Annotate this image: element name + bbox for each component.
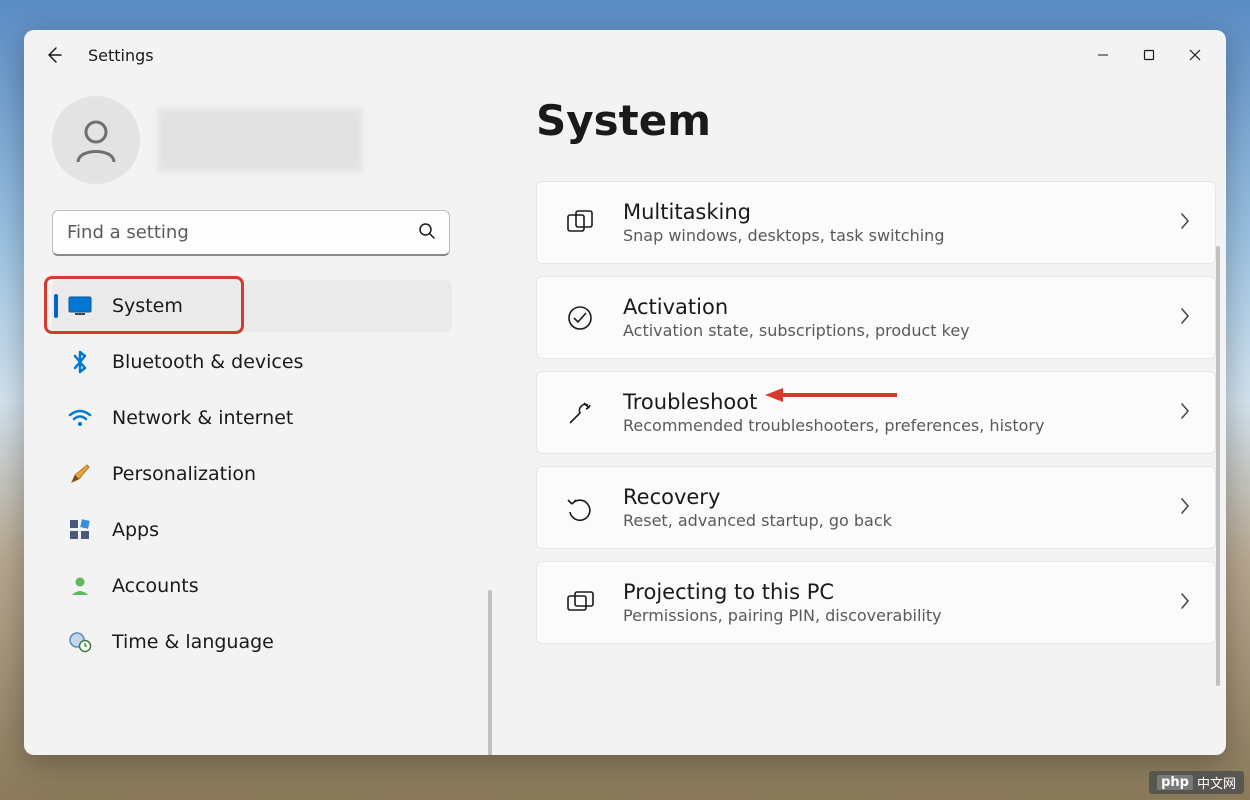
card-title: Troubleshoot	[623, 390, 1151, 414]
back-button[interactable]	[32, 33, 76, 77]
card-subtitle: Reset, advanced startup, go back	[623, 511, 1151, 530]
maximize-button[interactable]	[1126, 35, 1172, 75]
search-icon	[418, 222, 436, 244]
chevron-right-icon	[1179, 212, 1191, 234]
card-subtitle: Activation state, subscriptions, product…	[623, 321, 1151, 340]
minimize-button[interactable]	[1080, 35, 1126, 75]
card-text: Multitasking Snap windows, desktops, tas…	[623, 200, 1151, 245]
settings-window: Settings	[24, 30, 1226, 755]
chevron-right-icon	[1179, 592, 1191, 614]
maximize-icon	[1143, 49, 1155, 61]
card-text: Projecting to this PC Permissions, pairi…	[623, 580, 1151, 625]
window-controls	[1080, 35, 1218, 75]
search-input[interactable]	[52, 210, 450, 256]
card-subtitle: Snap windows, desktops, task switching	[623, 226, 1151, 245]
card-multitasking[interactable]: Multitasking Snap windows, desktops, tas…	[536, 181, 1216, 264]
back-arrow-icon	[44, 45, 64, 65]
sidebar-item-label: Apps	[112, 519, 159, 541]
clock-globe-icon	[68, 630, 92, 654]
sidebar-item-time[interactable]: Time & language	[52, 616, 452, 668]
activation-icon	[565, 303, 595, 333]
settings-cards: Multitasking Snap windows, desktops, tas…	[536, 181, 1190, 644]
avatar	[52, 96, 140, 184]
sidebar-item-system[interactable]: System	[52, 280, 452, 332]
sidebar-nav: System Bluetooth & devices Network & int…	[52, 280, 484, 668]
card-recovery[interactable]: Recovery Reset, advanced startup, go bac…	[536, 466, 1216, 549]
card-title: Projecting to this PC	[623, 580, 1151, 604]
card-projecting[interactable]: Projecting to this PC Permissions, pairi…	[536, 561, 1216, 644]
watermark: php 中文网	[1149, 771, 1244, 794]
sidebar-item-label: Personalization	[112, 463, 256, 485]
page-title: System	[536, 96, 1190, 145]
person-icon	[72, 116, 120, 164]
paintbrush-icon	[68, 462, 92, 486]
sidebar-item-label: Accounts	[112, 575, 199, 597]
watermark-tag: php	[1157, 775, 1193, 790]
card-subtitle: Permissions, pairing PIN, discoverabilit…	[623, 606, 1151, 625]
profile-section[interactable]	[52, 96, 484, 184]
sidebar-item-label: Bluetooth & devices	[112, 351, 303, 373]
close-button[interactable]	[1172, 35, 1218, 75]
titlebar: Settings	[24, 30, 1226, 80]
sidebar-item-label: System	[112, 295, 183, 317]
main-panel: System Multitasking Snap windows, deskto…	[484, 80, 1226, 755]
projecting-icon	[565, 588, 595, 618]
main-scrollbar[interactable]	[1216, 246, 1220, 686]
apps-icon	[68, 518, 92, 542]
app-title: Settings	[88, 46, 154, 65]
bluetooth-icon	[68, 350, 92, 374]
sidebar-item-label: Time & language	[112, 631, 274, 653]
search-container	[52, 210, 450, 256]
chevron-right-icon	[1179, 307, 1191, 329]
card-title: Multitasking	[623, 200, 1151, 224]
sidebar-item-personalization[interactable]: Personalization	[52, 448, 452, 500]
minimize-icon	[1097, 49, 1109, 61]
sidebar-item-bluetooth[interactable]: Bluetooth & devices	[52, 336, 452, 388]
profile-name-redacted	[158, 108, 362, 172]
wifi-icon	[68, 406, 92, 430]
card-text: Troubleshoot Recommended troubleshooters…	[623, 390, 1151, 435]
sidebar: System Bluetooth & devices Network & int…	[24, 80, 484, 755]
troubleshoot-icon	[565, 398, 595, 428]
card-activation[interactable]: Activation Activation state, subscriptio…	[536, 276, 1216, 359]
multitasking-icon	[565, 208, 595, 238]
display-icon	[68, 294, 92, 318]
card-text: Recovery Reset, advanced startup, go bac…	[623, 485, 1151, 530]
close-icon	[1189, 49, 1201, 61]
card-text: Activation Activation state, subscriptio…	[623, 295, 1151, 340]
card-title: Activation	[623, 295, 1151, 319]
card-troubleshoot[interactable]: Troubleshoot Recommended troubleshooters…	[536, 371, 1216, 454]
sidebar-item-accounts[interactable]: Accounts	[52, 560, 452, 612]
sidebar-item-apps[interactable]: Apps	[52, 504, 452, 556]
chevron-right-icon	[1179, 497, 1191, 519]
card-title: Recovery	[623, 485, 1151, 509]
recovery-icon	[565, 493, 595, 523]
sidebar-item-label: Network & internet	[112, 407, 293, 429]
chevron-right-icon	[1179, 402, 1191, 424]
watermark-text: 中文网	[1197, 773, 1236, 792]
sidebar-item-network[interactable]: Network & internet	[52, 392, 452, 444]
card-subtitle: Recommended troubleshooters, preferences…	[623, 416, 1151, 435]
content-area: System Bluetooth & devices Network & int…	[24, 80, 1226, 755]
accounts-icon	[68, 574, 92, 598]
